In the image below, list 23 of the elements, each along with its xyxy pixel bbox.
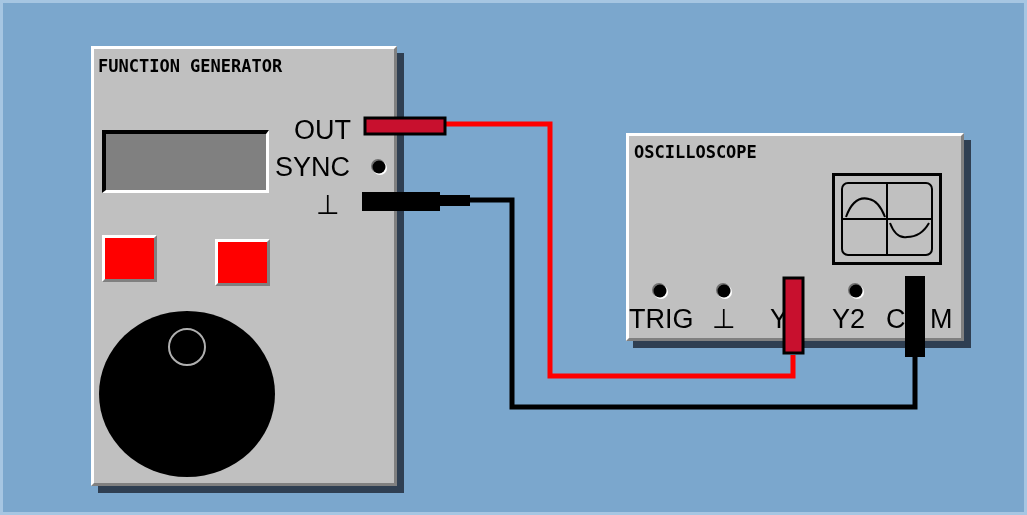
jack-label: OUT xyxy=(294,117,351,144)
square-button[interactable] xyxy=(102,235,157,282)
jack-icon[interactable] xyxy=(370,158,388,176)
jack-icon[interactable] xyxy=(651,282,669,300)
jack-label: ⊥ xyxy=(316,192,340,219)
square-button[interactable] xyxy=(215,239,270,286)
plug[interactable] xyxy=(782,276,805,355)
panel-title: FUNCTION GENERATOR xyxy=(98,58,283,75)
jack-label: Y2 xyxy=(832,306,866,333)
jack-label: TRIG xyxy=(629,306,694,333)
jack-label: M xyxy=(930,306,953,333)
plug[interactable] xyxy=(363,116,447,136)
knob-icon[interactable] xyxy=(97,310,277,480)
jack-label: C xyxy=(886,306,906,333)
panel-title: OSCILLOSCOPE xyxy=(634,144,757,161)
cable[interactable] xyxy=(445,121,796,379)
waveform-screen-icon xyxy=(832,173,942,265)
plug[interactable] xyxy=(362,192,470,211)
jack-icon[interactable] xyxy=(847,282,865,300)
jack-label: SYNC xyxy=(275,154,350,181)
jack-label: ⊥ xyxy=(712,306,736,333)
jack-icon[interactable] xyxy=(715,282,733,300)
cable[interactable] xyxy=(470,197,918,410)
